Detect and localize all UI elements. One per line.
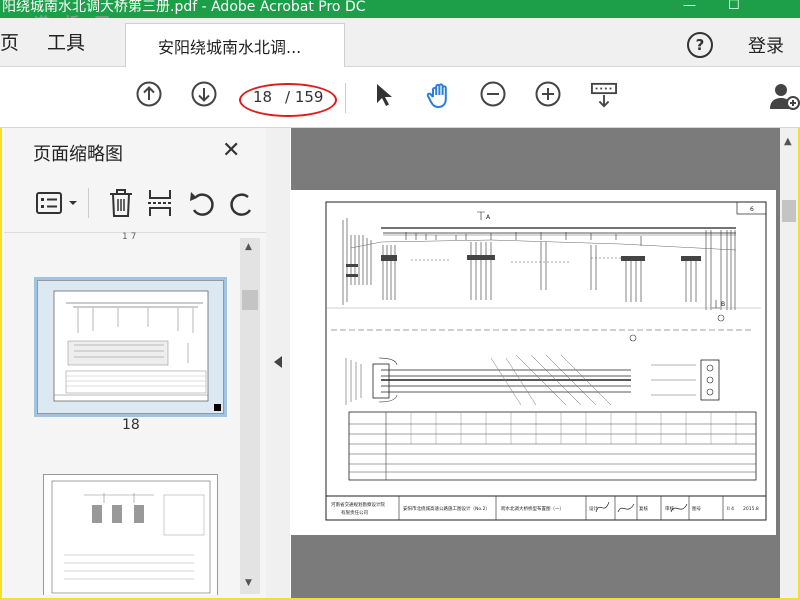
document-scrollbar[interactable]: ▲	[780, 128, 798, 598]
thumbnail-label-18: 18	[122, 417, 140, 433]
corner-number: 6	[750, 206, 754, 213]
extract-page-icon[interactable]	[146, 188, 174, 218]
title-bar: 阳绕城南水北调大桥第三册.pdf - Adobe Acrobat Pro DC …	[0, 0, 800, 18]
zoom-in-icon[interactable]	[535, 81, 561, 107]
prev-thumb-label: 1 7	[122, 232, 137, 242]
thumbnail-scroll-thumb[interactable]	[242, 290, 258, 310]
signature-review	[617, 503, 635, 513]
tools-divider	[88, 188, 89, 218]
thumbnail-tools	[28, 186, 258, 220]
thumbnail-corner-mark	[214, 404, 221, 411]
fit-page-icon[interactable]	[589, 82, 619, 108]
title-design: 设计	[589, 505, 598, 512]
tab-document[interactable]: 安阳绕城南水北调...	[125, 23, 345, 67]
section-b-label: B	[721, 301, 725, 308]
pdf-page: 6 A B 河南省交通规划勘察设计院 有限责任公司 安阳市北绕城高速公路施工图设…	[291, 190, 776, 535]
page-thumbnail-19[interactable]	[43, 474, 218, 595]
add-user-icon[interactable]	[770, 81, 800, 111]
title-date: 2015.8	[743, 506, 759, 512]
select-cursor-icon[interactable]	[371, 82, 397, 108]
document-scroll-thumb[interactable]	[782, 200, 796, 222]
scroll-down-icon[interactable]: ▼	[245, 578, 252, 588]
thumbnail-scrollbar[interactable]: ▲ ▼	[240, 238, 260, 594]
document-viewer: 6 A B 河南省交通规划勘察设计院 有限责任公司 安阳市北绕城高速公路施工图设…	[291, 128, 780, 598]
trash-icon[interactable]	[108, 188, 134, 218]
help-icon[interactable]: ?	[687, 32, 713, 58]
scroll-up-icon[interactable]: ▲	[245, 242, 252, 252]
rotate-right-icon[interactable]	[228, 188, 256, 218]
close-icon[interactable]: ✕	[222, 138, 240, 163]
title-sheet: 跨水北调大桥桥型布置图（一）	[501, 505, 564, 512]
panel-collapse-strip[interactable]	[266, 128, 290, 598]
red-highlight-ellipse	[239, 83, 337, 117]
login-button[interactable]: 登录	[748, 32, 784, 58]
title-figno-value: II 4	[727, 506, 734, 512]
title-project: 安阳市北绕城高速公路施工图设计（No.2）	[403, 505, 490, 512]
thumbnail-19-drawing	[51, 480, 211, 594]
toolbar-divider	[345, 83, 346, 113]
title-figno: 图号	[692, 506, 701, 512]
title-review: 复核	[639, 505, 648, 512]
toolbar	[0, 67, 800, 128]
tab-home[interactable]: 页	[0, 28, 19, 55]
section-a-label: A	[486, 214, 491, 221]
thumbnail-18-drawing	[53, 290, 209, 402]
rotate-left-icon[interactable]	[188, 188, 216, 218]
tab-bar: 页 工具 安阳绕城南水北调... ? 登录	[0, 18, 800, 67]
panel-title: 页面缩略图	[33, 144, 123, 165]
title-company: 河南省交通规划勘察设计院	[331, 501, 385, 508]
page-thumbnail-18[interactable]	[34, 277, 227, 417]
zoom-out-icon[interactable]	[480, 81, 506, 107]
prev-page-icon[interactable]	[136, 81, 162, 107]
next-page-icon[interactable]	[191, 81, 217, 107]
doc-scroll-up-icon[interactable]: ▲	[784, 136, 792, 147]
tab-tools[interactable]: 工具	[47, 28, 85, 55]
tab-document-label: 安阳绕城南水北调...	[158, 38, 302, 57]
title-company-sub: 有限责任公司	[341, 509, 368, 516]
bridge-drawing: 6 A B 河南省交通规划勘察设计院 有限责任公司 安阳市北绕城高速公路施工图设…	[325, 201, 767, 521]
maximize-button[interactable]: ☐	[728, 0, 740, 13]
hand-tool-icon[interactable]	[425, 81, 455, 111]
minimize-button[interactable]: —	[683, 0, 696, 13]
thumbnail-options-icon[interactable]	[36, 190, 82, 216]
collapse-arrow-icon[interactable]	[274, 356, 282, 368]
